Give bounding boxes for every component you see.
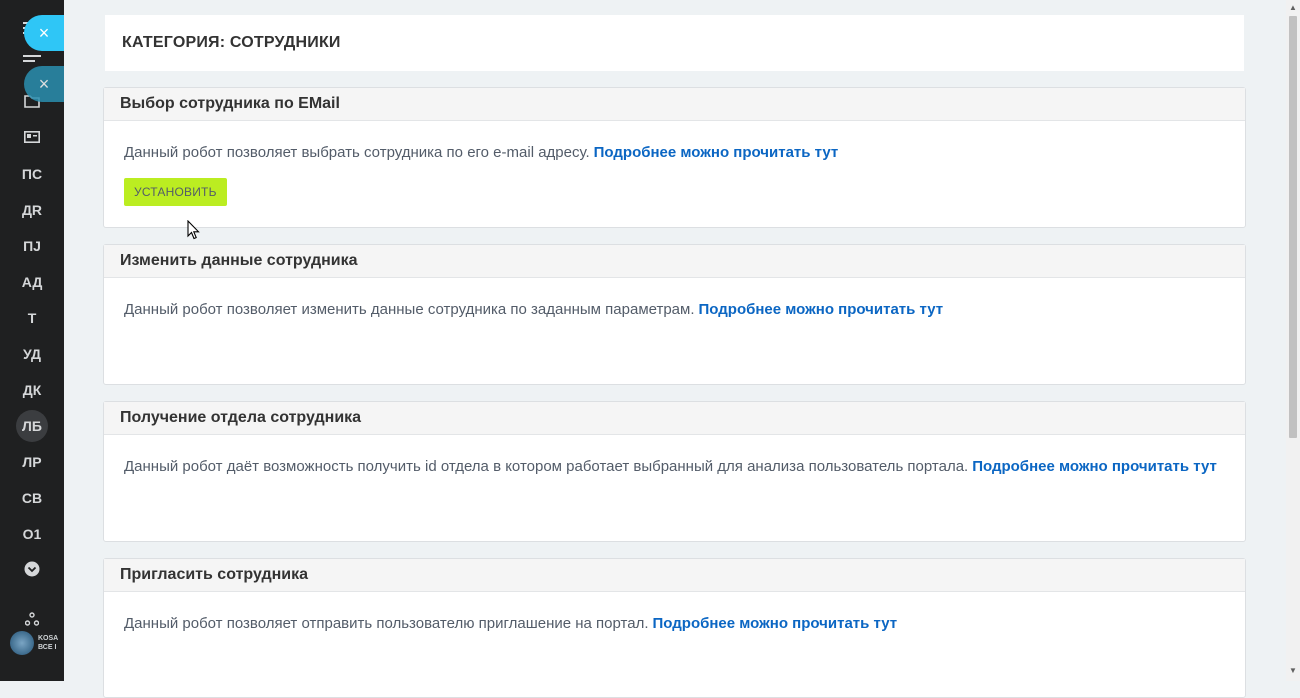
card-description: Данный робот позволяет отправить пользов… (124, 615, 649, 632)
sidebar-item-dr[interactable]: ДR (0, 197, 64, 223)
close-slider-button[interactable]: × (24, 15, 64, 51)
install-button[interactable]: УСТАНОВИТЬ (124, 178, 227, 206)
left-sidebar: ПС ДR ПЈ АД Т УД ДК ЛБ ЛР СВ О1 KOSA ВСЕ… (0, 0, 64, 681)
read-more-link[interactable]: Подробнее можно прочитать тут (699, 301, 944, 318)
card-title: Пригласить сотрудника (104, 559, 1245, 592)
main-content: КАТЕГОРИЯ: СОТРУДНИКИ Выбор сотрудника п… (64, 0, 1286, 698)
card-title: Получение отдела сотрудника (104, 402, 1245, 435)
robot-card-department: Получение отдела сотрудника Данный робот… (103, 401, 1246, 542)
scroll-down-icon[interactable]: ▼ (1286, 663, 1300, 677)
card-title: Изменить данные сотрудника (104, 245, 1245, 278)
sidebar-item-ps[interactable]: ПС (0, 161, 64, 187)
robot-card-invite: Пригласить сотрудника Данный робот позво… (103, 558, 1246, 698)
vertical-scrollbar[interactable]: ▲ ▼ (1286, 0, 1300, 681)
read-more-link[interactable]: Подробнее можно прочитать тут (653, 615, 898, 632)
card-title: Выбор сотрудника по EMail (104, 88, 1245, 121)
card-description: Данный робот позволяет выбрать сотрудник… (124, 144, 590, 161)
robot-card-email: Выбор сотрудника по EMail Данный робот п… (103, 87, 1246, 228)
mouse-cursor-icon (187, 220, 200, 240)
contact-card-icon[interactable] (0, 124, 64, 150)
sidebar-item-pj[interactable]: ПЈ (0, 233, 64, 259)
page-title: КАТЕГОРИЯ: СОТРУДНИКИ (122, 34, 341, 51)
sidebar-item-ud[interactable]: УД (0, 341, 64, 367)
card-description: Данный робот позволяет изменить данные с… (124, 301, 695, 318)
read-more-link[interactable]: Подробнее можно прочитать тут (972, 458, 1217, 475)
network-icon[interactable] (0, 606, 64, 632)
sidebar-item-o1[interactable]: О1 (0, 521, 64, 547)
close-icon-secondary[interactable]: × (24, 66, 64, 102)
robot-card-edit: Изменить данные сотрудника Данный робот … (103, 244, 1246, 385)
scroll-up-icon[interactable]: ▲ (1286, 0, 1300, 14)
logo-text-line-2: ВСЕ I (38, 644, 57, 651)
category-header: КАТЕГОРИЯ: СОТРУДНИКИ (105, 15, 1244, 71)
card-description: Данный робот даёт возможность получить i… (124, 458, 969, 475)
sidebar-item-ad[interactable]: АД (0, 269, 64, 295)
sidebar-item-t[interactable]: Т (0, 305, 64, 331)
sidebar-item-dk[interactable]: ДК (0, 377, 64, 403)
globe-icon (10, 631, 34, 655)
chevron-down-icon[interactable] (0, 556, 64, 582)
sidebar-item-sv[interactable]: СВ (0, 485, 64, 511)
sidebar-item-lr[interactable]: ЛР (0, 449, 64, 475)
company-logo[interactable]: KOSA ВСЕ I (10, 631, 58, 655)
read-more-link[interactable]: Подробнее можно прочитать тут (594, 144, 839, 161)
scrollbar-thumb[interactable] (1289, 16, 1297, 438)
sidebar-item-lb[interactable]: ЛБ (16, 410, 48, 442)
logo-text-line-1: KOSA (38, 635, 59, 642)
